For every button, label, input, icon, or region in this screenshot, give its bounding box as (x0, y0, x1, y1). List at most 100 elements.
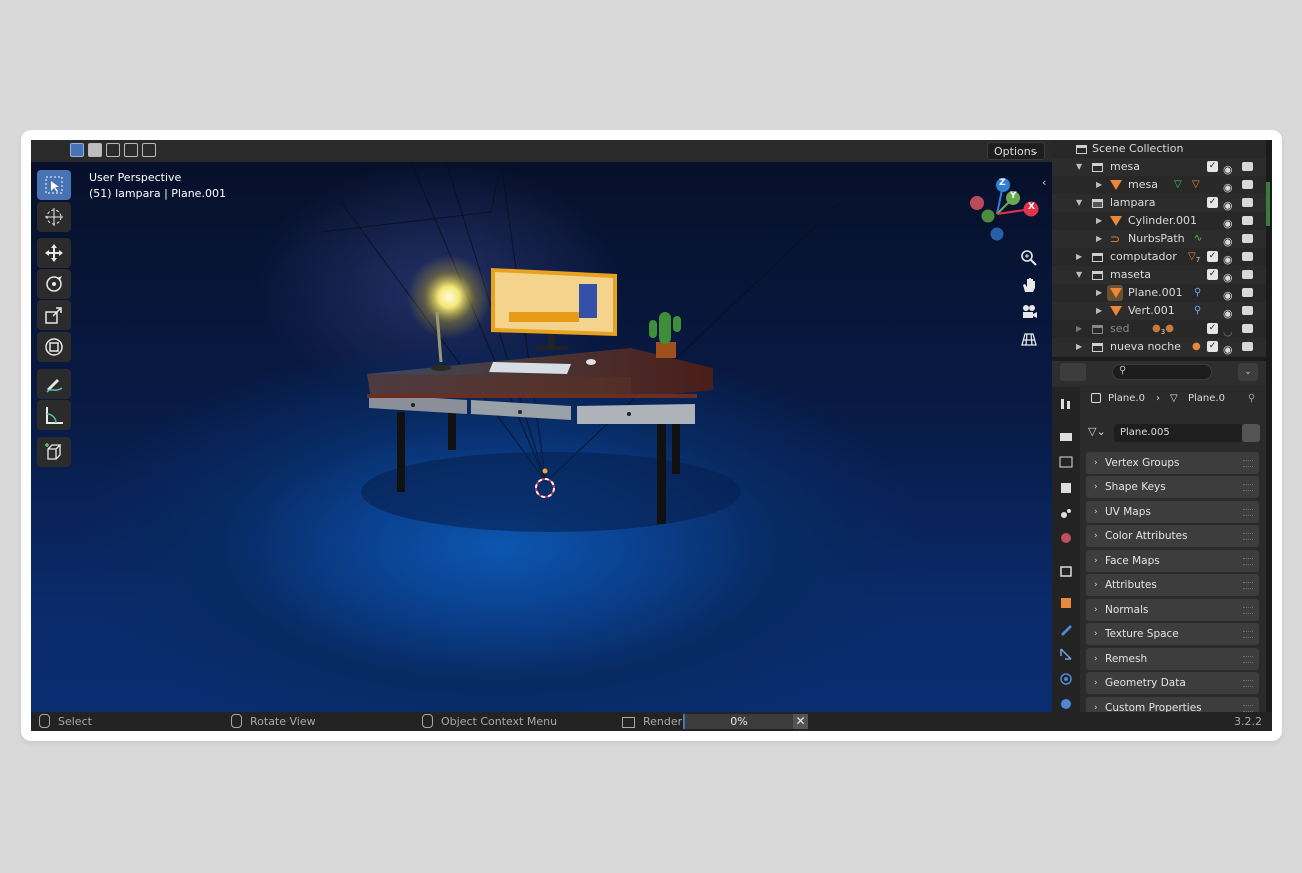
ortho-grid-icon[interactable] (1017, 327, 1041, 351)
render-camera-icon[interactable] (1242, 162, 1253, 171)
drag-grip-icon[interactable] (1243, 484, 1253, 491)
constraints-tab-icon[interactable] (1057, 695, 1075, 712)
mesh-data-name-field[interactable]: Plane.005 (1114, 424, 1242, 442)
eye-icon[interactable]: ◉ (1223, 341, 1233, 359)
mesh-browse-icon[interactable]: ▽⌄ (1088, 425, 1106, 438)
outliner-row-sed[interactable]: ▶ sed ●3● ✓ ◡ (1052, 320, 1266, 338)
drag-grip-icon[interactable] (1243, 460, 1253, 467)
exclude-checkbox[interactable]: ✓ (1207, 251, 1218, 262)
drag-grip-icon[interactable] (1243, 656, 1253, 663)
properties-search-input[interactable]: ⚲ (1112, 364, 1212, 380)
camera-view-icon[interactable] (1017, 300, 1041, 324)
cursor-tool[interactable] (37, 202, 71, 232)
panel-normals[interactable]: › Normals (1086, 599, 1259, 621)
render-camera-icon[interactable] (1242, 324, 1253, 333)
select-box-tool[interactable] (37, 170, 71, 200)
select-extend-mode-icon[interactable] (88, 143, 102, 157)
pan-hand-icon[interactable] (1017, 273, 1041, 297)
chevron-down-icon[interactable]: ⌄ (1238, 363, 1258, 381)
render-camera-icon[interactable] (1242, 270, 1253, 279)
expand-arrow-icon[interactable]: ▼ (1076, 194, 1082, 212)
navigation-gizmo[interactable]: Z Y X (963, 172, 1043, 252)
object-tab-icon[interactable] (1057, 594, 1075, 612)
panel-custom-properties[interactable]: › Custom Properties (1086, 697, 1259, 712)
panel-texture-space[interactable]: › Texture Space (1086, 623, 1259, 645)
panel-face-maps[interactable]: › Face Maps (1086, 550, 1259, 572)
3d-viewport[interactable]: User Perspective (51) lampara | Plane.00… (31, 162, 1052, 712)
render-camera-icon[interactable] (1242, 252, 1253, 261)
modifier-tab-icon[interactable] (1057, 620, 1075, 638)
drag-grip-icon[interactable] (1243, 582, 1253, 589)
drag-grip-icon[interactable] (1243, 558, 1253, 565)
expand-arrow-icon[interactable]: ▶ (1096, 230, 1102, 248)
rotate-tool[interactable] (37, 269, 71, 299)
exclude-checkbox[interactable]: ✓ (1207, 197, 1218, 208)
expand-arrow-icon[interactable]: ▶ (1096, 212, 1102, 230)
render-camera-icon[interactable] (1242, 234, 1253, 243)
expand-arrow-icon[interactable]: ▶ (1076, 338, 1082, 356)
render-camera-icon[interactable] (1242, 342, 1253, 351)
measure-tool[interactable] (37, 400, 71, 430)
render-camera-icon[interactable] (1242, 198, 1253, 207)
outliner-row-cylinder[interactable]: ▶ Cylinder.001 ◉ (1052, 212, 1266, 230)
render-tab-icon[interactable] (1057, 427, 1075, 445)
select-invert-mode-icon[interactable] (124, 143, 138, 157)
sidebar-toggle-icon[interactable]: ‹ (1042, 176, 1046, 189)
render-camera-icon[interactable] (1242, 288, 1253, 297)
outliner-row-lampara-collection[interactable]: ▼ lampara ✓ ◉ (1052, 194, 1266, 212)
expand-arrow-icon[interactable]: ▶ (1076, 320, 1082, 338)
expand-arrow-icon[interactable]: ▼ (1076, 158, 1082, 176)
outliner-row-mesa-collection[interactable]: ▼ mesa ✓ ◉ (1052, 158, 1266, 176)
outliner-row-mesa-object[interactable]: ▶ mesa ▽ ▽ ◉ (1052, 176, 1266, 194)
render-camera-icon[interactable] (1242, 306, 1253, 315)
drag-grip-icon[interactable] (1243, 631, 1253, 638)
panel-attributes[interactable]: › Attributes (1086, 574, 1259, 596)
particles-tab-icon[interactable] (1057, 645, 1075, 663)
output-tab-icon[interactable] (1057, 453, 1075, 471)
drag-grip-icon[interactable] (1243, 705, 1253, 712)
physics-tab-icon[interactable] (1057, 670, 1075, 688)
outliner-row-nueva-noche[interactable]: ▶ nueva noche ● ✓ ◉ (1052, 338, 1266, 356)
render-camera-icon[interactable] (1242, 216, 1253, 225)
expand-arrow-icon[interactable]: ▶ (1096, 176, 1102, 194)
exclude-checkbox[interactable]: ✓ (1207, 323, 1218, 334)
select-subtract-mode-icon[interactable] (106, 143, 120, 157)
select-new-mode-icon[interactable] (70, 143, 84, 157)
view-layer-tab-icon[interactable] (1057, 479, 1075, 497)
drag-grip-icon[interactable] (1243, 533, 1253, 540)
expand-arrow-icon[interactable]: ▶ (1076, 248, 1082, 266)
cancel-render-icon[interactable]: ✕ (793, 714, 808, 729)
panel-shape-keys[interactable]: › Shape Keys (1086, 476, 1259, 498)
collection-tab-icon[interactable] (1057, 562, 1075, 580)
scene-tab-icon[interactable] (1057, 504, 1075, 522)
add-cube-tool[interactable] (37, 437, 71, 467)
outliner-row-computador[interactable]: ▶ computador ▽7 ✓ ◉ (1052, 248, 1266, 266)
fake-user-shield-icon[interactable] (1242, 424, 1260, 442)
panel-geometry-data[interactable]: › Geometry Data (1086, 672, 1259, 694)
options-dropdown[interactable]: Options ⌄ (987, 142, 1045, 160)
exclude-checkbox[interactable]: ✓ (1207, 269, 1218, 280)
scale-tool[interactable] (37, 300, 71, 330)
zoom-icon[interactable] (1017, 246, 1041, 270)
drag-grip-icon[interactable] (1243, 509, 1253, 516)
editor-type-button[interactable] (1060, 363, 1086, 381)
render-camera-icon[interactable] (1242, 180, 1253, 189)
drag-grip-icon[interactable] (1243, 607, 1253, 614)
panel-color-attributes[interactable]: › Color Attributes (1086, 525, 1259, 547)
annotate-tool[interactable] (37, 369, 71, 399)
outliner-row-nurbspath[interactable]: ▶ ⊃ NurbsPath ∿ ◉ (1052, 230, 1266, 248)
outliner-row-vert001[interactable]: ▶ Vert.001 ⚲ ◉ (1052, 302, 1266, 320)
tool-tab-icon[interactable] (1057, 395, 1075, 413)
exclude-checkbox[interactable]: ✓ (1207, 341, 1218, 352)
expand-arrow-icon[interactable]: ▶ (1096, 284, 1102, 302)
pin-icon[interactable]: ⚲ (1248, 393, 1255, 404)
world-tab-icon[interactable] (1057, 529, 1075, 547)
panel-uv-maps[interactable]: › UV Maps (1086, 501, 1259, 523)
move-tool[interactable] (37, 238, 71, 268)
expand-arrow-icon[interactable]: ▶ (1096, 302, 1102, 320)
drag-grip-icon[interactable] (1243, 680, 1253, 687)
outliner-row-plane001[interactable]: ▶ Plane.001 ⚲ ◉ (1052, 284, 1266, 302)
select-intersect-mode-icon[interactable] (142, 143, 156, 157)
transform-tool[interactable] (37, 332, 71, 362)
expand-arrow-icon[interactable]: ▼ (1076, 266, 1082, 284)
